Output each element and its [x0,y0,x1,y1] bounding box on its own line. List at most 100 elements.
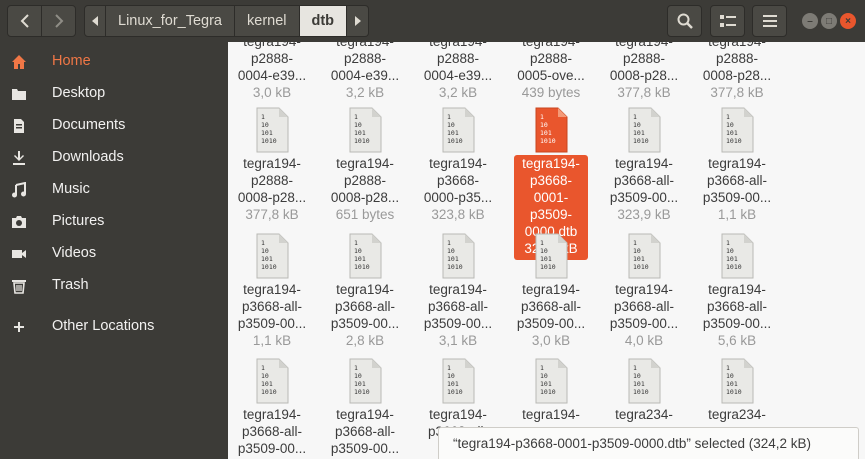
sidebar-item-other-locations[interactable]: Other Locations [0,311,228,343]
sidebar-item-label: Music [52,181,90,197]
file-item[interactable]: tegra194-p2888- 0004-e39... 3,0 kB [229,42,315,102]
svg-text:10: 10 [726,247,734,255]
svg-text:1010: 1010 [726,263,742,271]
path-segment-kernel[interactable]: kernel [235,5,300,37]
back-button[interactable] [7,5,42,37]
file-name-line: p2888- [250,51,294,66]
home-icon [12,55,26,69]
sidebar-item-trash[interactable]: Trash [0,270,228,302]
close-button[interactable]: × [840,13,856,29]
file-item[interactable]: 1 10 101 1010 tegra194- p3668-all-p3509-00...… [694,233,780,350]
svg-text:1: 1 [447,239,451,247]
menu-button[interactable] [752,5,787,37]
forward-button[interactable] [41,5,76,37]
hamburger-icon [762,15,777,27]
svg-text:1: 1 [726,364,730,372]
svg-text:101: 101 [447,129,459,137]
search-button[interactable] [667,5,702,37]
file-label: tegra194- p3668-all-p3509-00... 1,1 kB [694,155,780,224]
svg-text:10: 10 [726,121,734,129]
download-icon [13,151,25,165]
file-item[interactable]: 1 10 101 1010 tegra194- p2888- 0008-p28... 651 … [322,107,408,224]
svg-text:101: 101 [261,380,273,388]
file-name-line: p3668-all- [241,299,303,314]
file-item[interactable]: 1 10 101 1010 tegra194- p3668-all-p3509-00...… [508,233,594,350]
file-item[interactable]: 1 10 101 1010 tegra194- p3668-all-p3509-00...… [322,233,408,350]
view-options-button[interactable] [710,5,745,37]
file-name-line: p3509-00... [330,316,400,331]
file-item[interactable]: tegra194-p2888- 0008-p28... 377,8 kB [694,42,780,102]
file-name-line: tegra194- [322,42,408,50]
file-size: 3,2 kB [438,85,478,100]
chevron-left-icon [20,14,29,28]
file-size: 3,1 kB [438,333,478,348]
file-item[interactable]: 1 10 101 1010 tegra194- p3668-all-p3509-00...… [694,107,780,224]
file-item[interactable]: tegra194-p2888- 0008-p28... 377,8 kB [601,42,687,102]
header-bar: Linux_for_Tegra kernel dtb – □ × [0,0,865,42]
svg-text:1: 1 [261,239,265,247]
svg-text:1: 1 [726,113,730,121]
file-item[interactable]: 1 10 101 1010 tegra194- p3668-all-p3509-00...… [229,233,315,350]
binary-file-icon: 1 10 101 1010 [254,358,290,404]
trash-icon [12,280,26,294]
sidebar-item-pictures[interactable]: Pictures [0,206,228,238]
file-item[interactable]: 1 10 101 1010 tegra194- p3668- 0000-p35... 323,… [415,107,501,224]
file-label: tegra194-p2888- 0008-p28... 377,8 kB [694,42,780,102]
svg-text:101: 101 [447,255,459,263]
path-segment-dtb[interactable]: dtb [299,5,348,37]
sidebar-item-label: Desktop [52,85,106,101]
file-item[interactable]: 1 10 101 1010 tegra234- [601,358,687,423]
status-text: “tegra194-p3668-0001-p3509-0000.dtb” sel… [453,436,811,451]
file-item[interactable]: 1 10 101 1010 tegra194- p3668-all-p3509-00... [229,358,315,457]
file-item[interactable]: 1 10 101 1010 tegra194- p3668-all-p3509-00...… [601,107,687,224]
svg-text:10: 10 [354,121,362,129]
path-scroll-left-button[interactable] [84,5,106,37]
file-size: 3,0 kB [531,333,571,348]
chevron-right-icon [54,14,63,28]
file-name-line: tegra234- [615,407,673,422]
binary-file-icon: 1 10 101 1010 [626,358,662,404]
file-item[interactable]: 1 10 101 1010 tegra194- p3668-all-p3509-00... [322,358,408,457]
file-name-line: tegra194- [336,407,394,422]
file-name-line: tegra194- [615,156,673,171]
svg-text:101: 101 [633,380,645,388]
path-scroll-right-button[interactable] [347,5,370,37]
file-item[interactable]: tegra194-p2888- 0004-e39... 3,2 kB [415,42,501,102]
file-name-line: p3668- [436,173,480,188]
file-item[interactable]: 1 10 101 1010 tegra194- p2888- 0008-p28... 377,… [229,107,315,224]
path-segment-linux-for-tegra[interactable]: Linux_for_Tegra [106,5,235,37]
file-name-line: 0008-p28... [609,68,679,83]
svg-text:1: 1 [261,113,265,121]
binary-file-icon: 1 10 101 1010 [533,358,569,404]
minimize-button[interactable]: – [802,13,818,29]
file-item[interactable]: 1 10 101 1010 tegra194- p3668-all-p3509-00...… [601,233,687,350]
file-name-line: 0008-p28... [702,68,772,83]
sidebar-item-desktop[interactable]: Desktop [0,78,228,110]
file-name-line: tegra194- [429,156,487,171]
sidebar-item-home[interactable]: Home [0,46,228,78]
file-manager-window: Linux_for_Tegra kernel dtb – □ × Home De… [0,0,865,459]
sidebar-item-downloads[interactable]: Downloads [0,142,228,174]
sidebar-item-videos[interactable]: Videos [0,238,228,270]
file-item[interactable]: tegra194-p2888- 0005-ove... 439 bytes [508,42,594,102]
file-name-line: p3668-all- [613,173,675,188]
file-item[interactable]: 1 10 101 1010 tegra234- [694,358,780,423]
maximize-button[interactable]: □ [821,13,837,29]
svg-text:1010: 1010 [726,388,742,396]
file-label: tegra194- p3668-all-p3509-00... 5,6 kB [694,281,780,350]
file-item[interactable]: 1 10 101 1010 tegra194- [508,358,594,423]
sidebar-item-documents[interactable]: Documents [0,110,228,142]
file-name-line: tegra194- [336,156,394,171]
sidebar-item-music[interactable]: Music [0,174,228,206]
file-name-line: p3509-00... [609,316,679,331]
file-name-line: tegra194- [429,282,487,297]
file-name-line: 0000-p35... [423,190,493,205]
svg-text:10: 10 [633,247,641,255]
svg-text:1: 1 [540,239,544,247]
file-item[interactable]: tegra194-p2888- 0004-e39... 3,2 kB [322,42,408,102]
file-label: tegra234- [601,406,687,423]
file-name-line: p3668-all- [520,299,582,314]
file-item[interactable]: 1 10 101 1010 tegra194- p3668-all-p3509-00...… [415,233,501,350]
file-name-line: tegra194- [229,42,315,50]
file-name-line: tegra194- [601,42,687,50]
